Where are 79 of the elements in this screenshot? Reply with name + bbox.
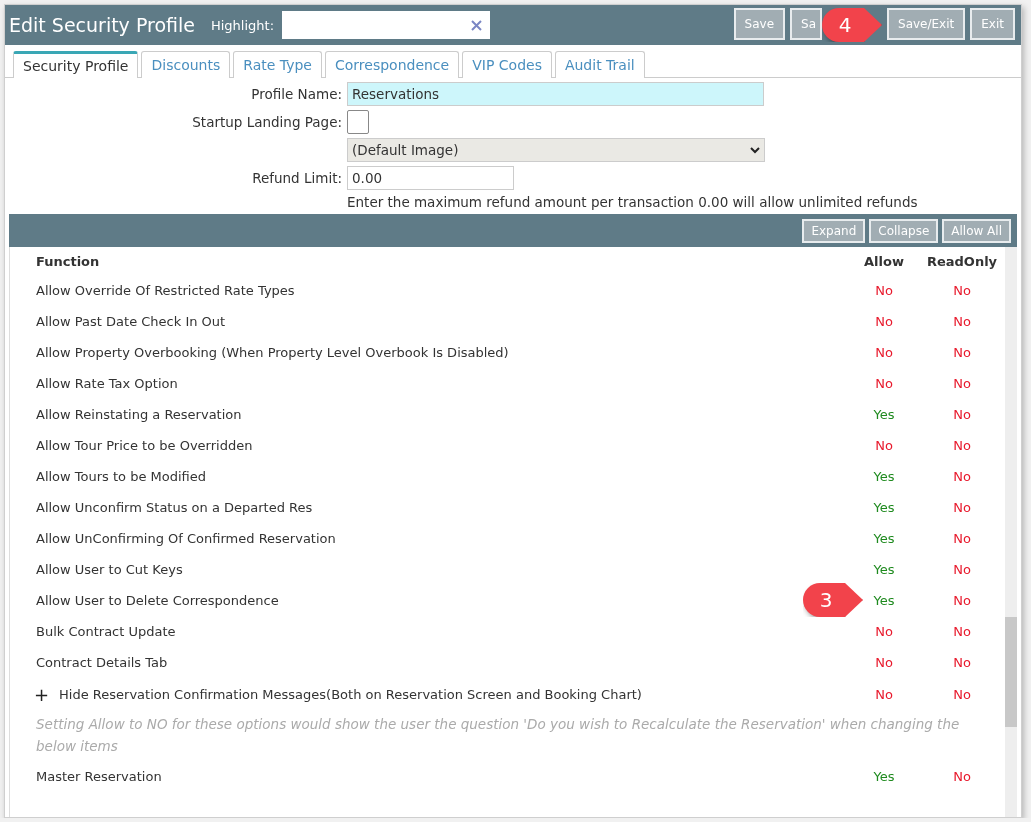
function-name: Allow User to Cut Keys xyxy=(36,562,183,577)
header-button[interactable]: Exit xyxy=(970,8,1015,40)
allow-value: No xyxy=(874,655,894,670)
allow-value: Yes xyxy=(872,500,896,515)
allow-value: Yes xyxy=(872,562,896,577)
toolbar-button[interactable]: Collapse xyxy=(869,218,939,243)
field-label: Profile Name: xyxy=(250,86,342,102)
function-name: Contract Details Tab xyxy=(36,655,168,670)
tab[interactable]: Security Profile xyxy=(13,51,139,78)
toolbar-button[interactable]: Allow All xyxy=(942,218,1011,243)
readonly-value: No xyxy=(952,562,972,577)
allow-value: Yes xyxy=(872,469,896,484)
allow-value: No xyxy=(874,345,894,360)
function-name: Allow Property Overbooking (When Property Level Overbook Is Disabled) xyxy=(36,345,509,360)
expand-toggle[interactable]: + xyxy=(34,684,50,705)
function-name: Allow Past Date Check In Out xyxy=(36,314,226,329)
function-name: Master Reservation xyxy=(36,769,162,784)
column-header: Function xyxy=(36,253,101,269)
readonly-value: No xyxy=(952,438,972,453)
readonly-value: No xyxy=(952,345,972,360)
allow-value: No xyxy=(874,687,894,702)
step-callout: 3 xyxy=(803,583,863,617)
readonly-value: No xyxy=(952,531,972,546)
step-callout: 4 xyxy=(822,8,883,42)
column-header: ReadOnly xyxy=(925,253,999,269)
highlight-label: Highlight: xyxy=(211,17,275,33)
allow-value: No xyxy=(874,376,894,391)
tab[interactable]: Correspondence xyxy=(324,51,460,78)
function-name: Allow Rate Tax Option xyxy=(36,376,178,391)
chevron-icon xyxy=(750,146,760,154)
image-select[interactable]: (Default Image) xyxy=(347,138,765,162)
readonly-value: No xyxy=(952,655,972,670)
function-name: Allow Tour Price to be Overridden xyxy=(36,438,253,453)
tab[interactable]: Audit Trail xyxy=(554,51,645,78)
allow-value: No xyxy=(874,624,894,639)
function-name: Allow Override Of Restricted Rate Types xyxy=(36,283,295,298)
header-button[interactable]: Save xyxy=(733,8,786,40)
tab[interactable]: Rate Type xyxy=(233,51,322,78)
startup-checkbox[interactable] xyxy=(347,110,369,134)
function-name: Allow UnConfirming Of Confirmed Reservation xyxy=(36,531,336,546)
field-label: Startup Landing Page: xyxy=(191,114,342,130)
allow-value: Yes xyxy=(872,407,896,422)
tab[interactable]: VIP Codes xyxy=(462,51,552,78)
readonly-value: No xyxy=(952,407,972,422)
readonly-value: No xyxy=(952,769,972,784)
readonly-value: No xyxy=(952,624,972,639)
readonly-value: No xyxy=(952,687,972,702)
function-name: Hide Reservation Confirmation Messages(Both on Reservation Screen and Booking Chart) xyxy=(59,687,642,702)
header-button[interactable]: Save/Exit xyxy=(887,8,966,40)
function-name: Allow User to Delete Correspondence xyxy=(36,593,279,608)
allow-value: Yes xyxy=(872,531,896,546)
refund-limit-field[interactable]: 0.00 xyxy=(347,166,514,190)
readonly-value: No xyxy=(952,283,972,298)
note-text: Setting Allow to NO for these options would show the user the question 'Do you wish to Recalculate the Reservation' when changing the below items xyxy=(35,715,961,756)
function-name: Allow Unconfirm Status on a Departed Res xyxy=(36,500,313,515)
allow-value: No xyxy=(874,314,894,329)
profile-name-field[interactable]: Reservations xyxy=(347,82,764,106)
allow-value: No xyxy=(874,438,894,453)
function-name: Allow Reinstating a Reservation xyxy=(36,407,242,422)
readonly-value: No xyxy=(952,500,972,515)
scrollbar[interactable] xyxy=(1005,247,1017,817)
function-name: Allow Tours to be Modified xyxy=(36,469,207,484)
highlight-field[interactable] xyxy=(282,11,491,39)
readonly-value: No xyxy=(952,376,972,391)
page-title: Edit Security Profile xyxy=(9,14,195,36)
function-name: Bulk Contract Update xyxy=(36,624,176,639)
allow-value: Yes xyxy=(872,769,896,784)
readonly-value: No xyxy=(952,469,972,484)
allow-value: No xyxy=(874,283,894,298)
allow-value: Yes xyxy=(872,593,896,608)
column-header: Allow xyxy=(863,253,905,269)
toolbar-button[interactable]: Expand xyxy=(802,218,866,243)
clear-icon[interactable] xyxy=(471,19,483,31)
readonly-value: No xyxy=(952,314,972,329)
field-label: Refund Limit: xyxy=(251,170,342,186)
refund-hint: Enter the maximum refund amount per transaction 0.00 will allow unlimited refunds xyxy=(347,194,919,210)
tab[interactable]: Discounts xyxy=(141,51,231,78)
header-button[interactable]: Sa xyxy=(790,8,823,40)
readonly-value: No xyxy=(952,593,972,608)
